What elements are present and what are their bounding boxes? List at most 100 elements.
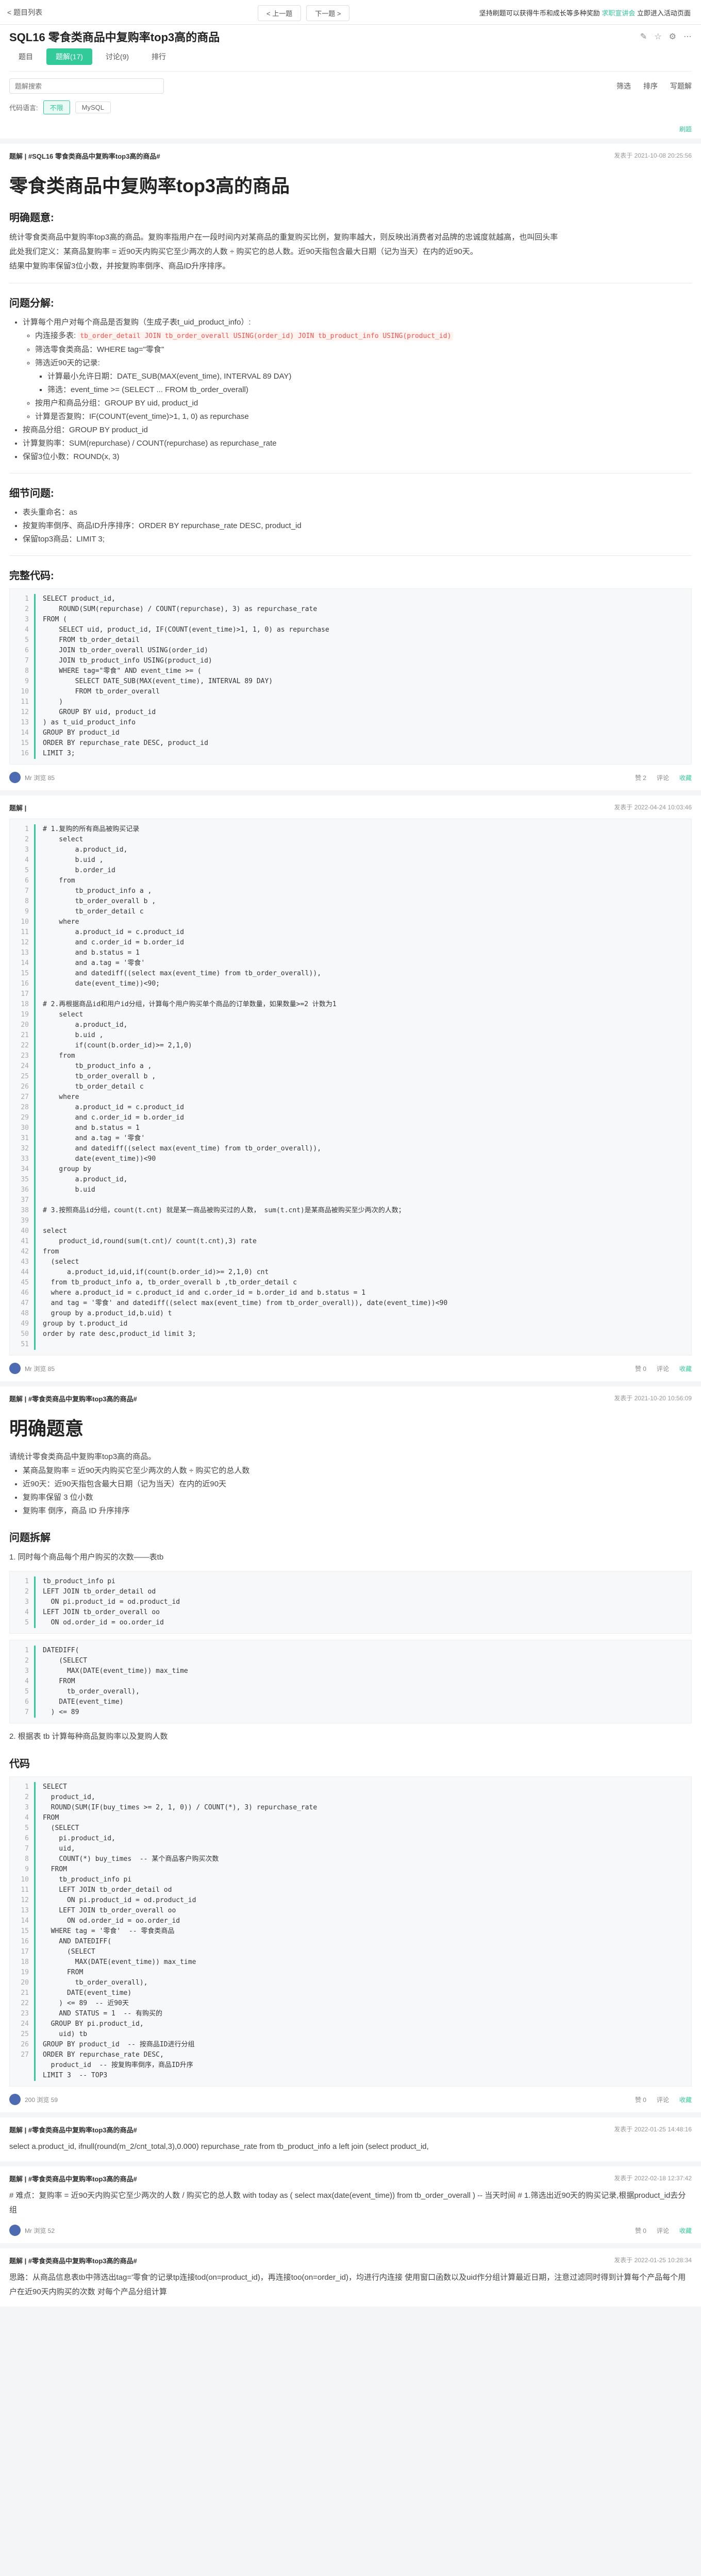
post-summary[interactable]: select a.product_id, ifnull(round(m_2/cn…	[9, 2140, 692, 2154]
section-heading: 问题拆解	[9, 1532, 51, 1544]
sort-button[interactable]: 排序	[643, 81, 658, 91]
section-heading: 问题分解:	[9, 298, 54, 309]
post-title[interactable]: 题解 | #SQL16 零食类商品中复购率top3高的商品#	[9, 151, 160, 161]
settings-icon[interactable]: ⚙	[669, 31, 676, 42]
post-date: 发表于 2022-01-25 10:28:34	[614, 2257, 692, 2264]
tab-discussion[interactable]: 讨论(9)	[96, 48, 138, 65]
list-item: 复购率 倒序，商品 ID 升序排序	[23, 1506, 130, 1515]
list-item: 某商品复购率 = 近90天内购买它至少两次的人数 ÷ 购买它的总人数	[23, 1466, 250, 1475]
paragraph: 2. 根据表 tb 计算每种商品复购率以及复购人数	[9, 1732, 168, 1741]
list-item: 计算每个用户对每个商品是否复购（生成子表t_uid_product_info）:	[23, 318, 251, 327]
post-title[interactable]: 题解 | #零食类商品中复购率top3高的商品#	[9, 2125, 137, 2134]
collect-button[interactable]: 收藏	[679, 2095, 692, 2104]
bullet-list: 某商品复购率 = 近90天内购买它至少两次的人数 ÷ 购买它的总人数 近90天：…	[23, 1464, 692, 1518]
question-header: SQL16 零食类商品中复购率top3高的商品 ✎ ☆ ⚙ ⋯ 题目 题解(17…	[0, 25, 701, 123]
bullet-list: 表头重命名：as 按复购率倒序、商品ID升序排序：ORDER BY repurc…	[23, 506, 692, 546]
prev-question-button[interactable]: < 上一题	[258, 5, 302, 21]
post-date: 发表于 2022-04-24 10:03:46	[614, 804, 692, 811]
paragraph: 请统计零食类商品中复购率top3高的商品。	[9, 1452, 156, 1461]
line-numbers: 1 2 3 4 5 6 7 8 9 10 11 12 13 14 15 16 17 18 19 20 21 22 23 24 2…	[10, 824, 36, 1350]
solution-post: 题解 | #SQL16 零食类商品中复购率top3高的商品# 发表于 2021-…	[0, 144, 701, 790]
post-title[interactable]: 题解 | #零食类商品中复购率top3高的商品#	[9, 2256, 137, 2265]
author-name[interactable]: Mr 浏览 85	[25, 1364, 55, 1373]
comment-button[interactable]: 评论	[657, 773, 669, 782]
post-date: 发表于 2021-10-08 20:25:56	[614, 152, 692, 159]
promo-suffix[interactable]: 立即进入活动页面	[637, 9, 691, 17]
hint-text[interactable]: 刷题	[679, 126, 692, 133]
code-text: DATEDIFF( (SELECT MAX(DATE(event_time)) …	[43, 1647, 188, 1716]
code-block: 12345 tb_product_info pi LEFT JOIN tb_or…	[9, 1571, 692, 1634]
line-numbers: 1234567	[10, 1646, 36, 1718]
comment-button[interactable]: 评论	[657, 2226, 669, 2235]
section-heading: 明确题意:	[9, 212, 54, 224]
code-text: SELECT product_id, ROUND(SUM(IF(buy_time…	[43, 1783, 318, 2079]
code-text: # 1.复购的所有商品被购买记录 select a.product_id, b.…	[43, 825, 448, 1338]
collect-button[interactable]: 收藏	[679, 2226, 692, 2235]
section-heading: 细节问题:	[9, 488, 54, 499]
more-icon[interactable]: ⋯	[683, 31, 692, 42]
code-block: 1234567 DATEDIFF( (SELECT MAX(DATE(event…	[9, 1640, 692, 1723]
language-filter: 代码语言: 不限 MySQL	[9, 100, 692, 123]
bullet-list: 计算每个用户对每个商品是否复购（生成子表t_uid_product_info）:…	[23, 316, 692, 464]
like-button[interactable]: 赞 0	[635, 2095, 646, 2104]
question-nav: < 上一题 下一题 >	[258, 5, 350, 21]
collect-button[interactable]: 收藏	[679, 1364, 692, 1373]
list-item: 保留top3商品：LIMIT 3;	[23, 535, 105, 544]
list-item: 计算是否复购：IF(COUNT(event_time)>1, 1, 0) as …	[35, 412, 249, 421]
paragraph: 此处我们定义：某商品复购率 = 近90天内购买它至少两次的人数 ÷ 购买它的总人…	[9, 247, 478, 256]
code-block: 1 2 3 4 5 6 7 8 9 10 11 12 13 14 15 16 SELECT product_i…	[9, 588, 692, 765]
tab-ranking[interactable]: 排行	[142, 48, 175, 65]
post-date: 发表于 2021-10-20 10:56:09	[614, 1395, 692, 1402]
line-numbers: 1 2 3 4 5 6 7 8 9 10 11 12 13 14 15 16 17 18 19 20 21 22 23 24 2…	[10, 1782, 36, 2081]
collect-button[interactable]: 收藏	[679, 773, 692, 782]
avatar[interactable]	[9, 2094, 21, 2105]
edit-icon[interactable]: ✎	[640, 31, 647, 42]
comment-button[interactable]: 评论	[657, 2095, 669, 2104]
divider	[9, 555, 692, 556]
list-item: 按用户和商品分组：GROUP BY uid, product_id	[35, 399, 198, 408]
post-summary[interactable]: # 难点：复购率 = 近90天内购买它至少两次的人数 / 购买它的总人数 wit…	[9, 2189, 692, 2217]
lang-any[interactable]: 不限	[43, 100, 70, 114]
avatar[interactable]	[9, 2225, 21, 2236]
next-question-button[interactable]: 下一题 >	[306, 5, 350, 21]
back-to-list-link[interactable]: < 题目列表	[7, 7, 42, 18]
post-title[interactable]: 题解 | #零食类商品中复购率top3高的商品#	[9, 1394, 137, 1403]
solution-search-input[interactable]	[9, 78, 164, 94]
write-solution-button[interactable]: 写题解	[670, 81, 692, 91]
tab-solutions[interactable]: 题解(17)	[46, 48, 92, 65]
post-title[interactable]: 题解 |	[9, 803, 26, 812]
list-item: 按商品分组：GROUP BY product_id	[23, 426, 148, 434]
author-name[interactable]: 200 浏览 59	[25, 2095, 58, 2104]
tab-bar: 题目 题解(17) 讨论(9) 排行	[9, 48, 692, 72]
code-text: SELECT product_id, ROUND(SUM(repurchase)…	[43, 595, 329, 757]
avatar[interactable]	[9, 772, 21, 783]
solution-post: 题解 | #零食类商品中复购率top3高的商品# 发表于 2022-01-25 …	[0, 2248, 701, 2307]
solution-post: 题解 | #零食类商品中复购率top3高的商品# 发表于 2022-01-25 …	[0, 2117, 701, 2161]
like-button[interactable]: 赞 2	[635, 773, 646, 782]
avatar[interactable]	[9, 1363, 21, 1374]
list-item: 计算最小允许日期：DATE_SUB(MAX(event_time), INTER…	[47, 372, 292, 381]
code-text: tb_product_info pi LEFT JOIN tb_order_de…	[43, 1578, 180, 1626]
like-button[interactable]: 赞 0	[635, 2226, 646, 2235]
list-item: 筛选近90天的记录:	[35, 359, 100, 367]
list-item: 筛选：event_time >= (SELECT ... FROM tb_ord…	[47, 385, 248, 394]
list-item: 复购率保留 3 位小数	[23, 1493, 93, 1502]
promo-banner: 坚持刷题可以获得牛币和成长等多种奖励 求职宣讲会 立即进入活动页面	[479, 8, 691, 18]
list-item: 计算复购率：SUM(repurchase) / COUNT(repurchase…	[23, 439, 277, 448]
post-summary[interactable]: 思路：从商品信息表tb中筛选出tag='零食'的记录tp连接tod(on=pro…	[9, 2270, 692, 2299]
promo-link[interactable]: 求职宣讲会	[602, 9, 635, 17]
solution-post: 题解 | 发表于 2022-04-24 10:03:46 1 2 3 4 5 6 7 8 9 10…	[0, 795, 701, 1381]
lang-mysql[interactable]: MySQL	[75, 101, 111, 113]
tab-question[interactable]: 题目	[9, 48, 42, 65]
inline-code: tb_order_detail JOIN tb_order_overall US…	[78, 332, 454, 341]
like-button[interactable]: 赞 0	[635, 1364, 646, 1373]
post-title[interactable]: 题解 | #零食类商品中复购率top3高的商品#	[9, 2174, 137, 2183]
star-icon[interactable]: ☆	[654, 31, 661, 42]
comment-button[interactable]: 评论	[657, 1364, 669, 1373]
paragraph: 结果中复购率保留3位小数，并按复购率倒序、商品ID升序排序。	[9, 262, 230, 270]
filter-button[interactable]: 筛选	[616, 81, 631, 91]
author-name[interactable]: Mr 浏览 52	[25, 2226, 55, 2235]
line-numbers: 1 2 3 4 5 6 7 8 9 10 11 12 13 14 15 16	[10, 594, 36, 759]
list-item: 筛选零食类商品：WHERE tag="零食"	[35, 345, 164, 354]
author-name[interactable]: Mr 浏览 85	[25, 773, 55, 782]
